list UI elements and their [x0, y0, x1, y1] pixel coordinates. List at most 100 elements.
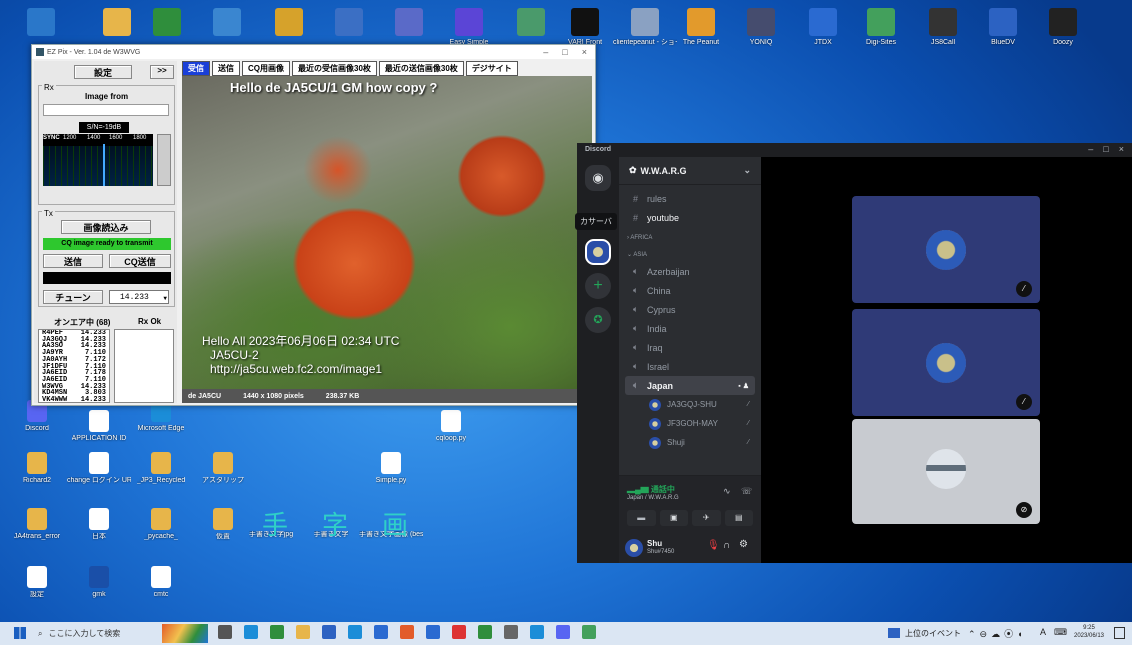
- desktop-icon[interactable]: JS8Call: [912, 8, 974, 47]
- desktop-icon[interactable]: JTDX: [792, 8, 854, 47]
- minimize-icon[interactable]: –: [1088, 144, 1093, 154]
- soundboard-icon[interactable]: ▤: [724, 510, 753, 526]
- desktop-icon[interactable]: cmtc: [130, 566, 192, 599]
- tune-button[interactable]: チューン: [43, 290, 103, 304]
- wwarg-server-icon[interactable]: [585, 239, 611, 265]
- chevron-down-icon[interactable]: ▼: [163, 292, 167, 305]
- ezpix-titlebar[interactable]: EZ Pix - Ver. 1.04 de W3WVG – □ ×: [32, 45, 595, 59]
- explore-icon[interactable]: ✪: [585, 307, 611, 333]
- minimize-icon[interactable]: –: [543, 47, 548, 57]
- discord-home-icon[interactable]: ◉: [585, 165, 611, 191]
- taskbar-app-icon[interactable]: [322, 625, 336, 639]
- taskbar-app-icon[interactable]: [244, 625, 258, 639]
- taskbar-app-icon[interactable]: [582, 625, 596, 639]
- tab-1[interactable]: 送信: [212, 61, 240, 76]
- send-button[interactable]: 送信: [43, 254, 103, 268]
- desktop-icon[interactable]: 設定: [6, 566, 68, 599]
- handwriting-icon-3[interactable]: 画: [382, 505, 408, 542]
- desktop-icon[interactable]: 日本: [68, 508, 130, 541]
- load-image-button[interactable]: 画像読込み: [61, 220, 151, 234]
- taskbar-app-icon[interactable]: [452, 625, 466, 639]
- screen-share-icon[interactable]: ▣: [659, 510, 688, 526]
- channel-youtube[interactable]: # youtube: [625, 208, 755, 227]
- close-icon[interactable]: ×: [1119, 144, 1124, 154]
- video-tile-3[interactable]: ⊘: [852, 419, 1040, 524]
- headphones-icon[interactable]: ∩: [723, 540, 730, 551]
- rxok-list[interactable]: [114, 329, 174, 403]
- tab-0[interactable]: 受信: [182, 61, 210, 76]
- frequency-select[interactable]: 14.233 ▼: [109, 290, 169, 304]
- close-icon[interactable]: ×: [582, 47, 587, 57]
- taskbar-app-icon[interactable]: [426, 625, 440, 639]
- desktop-icon[interactable]: APPLICATION ID: [68, 410, 130, 443]
- desktop-icon[interactable]: [258, 8, 320, 39]
- noise-suppression-icon[interactable]: ∿: [723, 486, 731, 497]
- video-tile-2[interactable]: ⁄: [852, 309, 1040, 416]
- weather-icon[interactable]: [888, 628, 900, 638]
- taskbar-app-icon[interactable]: [478, 625, 492, 639]
- voice-channel[interactable]: 🔈︎ Cyprus: [625, 300, 755, 319]
- desktop-icon[interactable]: BlueDV: [972, 8, 1034, 47]
- maximize-icon[interactable]: □: [562, 47, 567, 57]
- expand-button[interactable]: >>: [150, 65, 174, 79]
- desktop-icon[interactable]: clientepeanut - ショートカット: [613, 8, 677, 47]
- desktop-icon[interactable]: [318, 8, 380, 39]
- camera-icon[interactable]: ▬: [627, 510, 656, 526]
- voice-channel[interactable]: 🔈︎ India: [625, 319, 755, 338]
- avatar[interactable]: [625, 539, 643, 557]
- notification-icon[interactable]: [1114, 627, 1125, 639]
- news-label[interactable]: 上位のイベント: [905, 628, 961, 639]
- desktop-icon[interactable]: The Peanut: [670, 8, 732, 47]
- onair-list[interactable]: R4PEF 14.233 JA3GQJ 14.233 AA3SO 14.233 JA9YR 7…: [38, 329, 110, 403]
- channel-rules[interactable]: # rules: [625, 189, 755, 208]
- desktop-icon[interactable]: YONIQ: [730, 8, 792, 47]
- desktop-icon[interactable]: Doozy: [1032, 8, 1094, 47]
- desktop-icon[interactable]: change ログイン URL: [67, 452, 131, 485]
- desktop-icon[interactable]: [136, 8, 198, 39]
- handwriting-icon-1[interactable]: 手: [262, 505, 288, 542]
- desktop-icon[interactable]: Richard2: [6, 452, 68, 485]
- settings-button[interactable]: 設定: [74, 65, 132, 79]
- voice-channel[interactable]: 🔈︎ China: [625, 281, 755, 300]
- list-item[interactable]: VK4WWW 14.233: [39, 397, 109, 402]
- voice-channel[interactable]: 🔈︎ Israel: [625, 357, 755, 376]
- taskbar-app-icon[interactable]: [348, 625, 362, 639]
- discord-titlebar[interactable]: Discord – □ ×: [577, 143, 1132, 157]
- chat-icon[interactable]: ▪ ♟: [738, 382, 749, 390]
- clock[interactable]: 9:25 2023/06/13: [1072, 624, 1106, 640]
- desktop-icon[interactable]: [10, 8, 72, 39]
- add-server-icon[interactable]: +: [585, 273, 611, 299]
- desktop-icon[interactable]: [500, 8, 562, 39]
- voice-member[interactable]: Shuji ⁄: [619, 433, 761, 452]
- desktop-icon[interactable]: [378, 8, 440, 39]
- mic-muted-icon[interactable]: 🎙︎: [707, 540, 720, 551]
- activity-icon[interactable]: ✈: [692, 510, 721, 526]
- desktop-icon[interactable]: cqloop.py: [420, 410, 482, 443]
- tab-3[interactable]: 最近の受信画像30枚: [292, 61, 377, 76]
- taskbar-app-icon[interactable]: [374, 625, 388, 639]
- tab-5[interactable]: デジサイト: [465, 61, 518, 76]
- news-widget-icon[interactable]: [162, 624, 208, 643]
- tab-2[interactable]: CQ用画像: [242, 61, 290, 76]
- tab-4[interactable]: 最近の送信画像30枚: [378, 61, 464, 76]
- desktop-icon[interactable]: gmk: [68, 566, 130, 599]
- taskbar-app-icon[interactable]: [270, 625, 284, 639]
- desktop-icon[interactable]: Easy Simple: [438, 8, 500, 47]
- keyboard-icon[interactable]: ⌨: [1054, 627, 1067, 638]
- voice-member[interactable]: JF3GOH-MAY ⁄: [619, 414, 761, 433]
- desktop-icon[interactable]: Digi-Sites: [850, 8, 912, 47]
- tray-icons[interactable]: ⌃⊖☁⦿◖: [968, 627, 1027, 640]
- voice-channel[interactable]: 🔈︎ Iraq: [625, 338, 755, 357]
- taskbar-app-icon[interactable]: [400, 625, 414, 639]
- disconnect-icon[interactable]: ☏: [741, 486, 752, 497]
- voice-channel[interactable]: 🔈︎ Japan ▪ ♟: [625, 376, 755, 395]
- desktop-icon[interactable]: Simple.py: [360, 452, 422, 485]
- voice-channel[interactable]: 🔈︎ Azerbaijan: [625, 262, 755, 281]
- desktop-icon[interactable]: アスタリップ: [192, 452, 254, 485]
- chevron-down-icon[interactable]: ⌄: [743, 165, 751, 176]
- desktop-icon[interactable]: _pycache_: [130, 508, 192, 541]
- windows-start-icon[interactable]: [14, 627, 26, 639]
- category-africa[interactable]: › AFRICA: [619, 227, 761, 247]
- gear-icon[interactable]: ⚙: [739, 539, 748, 550]
- desktop-icon[interactable]: [196, 8, 258, 39]
